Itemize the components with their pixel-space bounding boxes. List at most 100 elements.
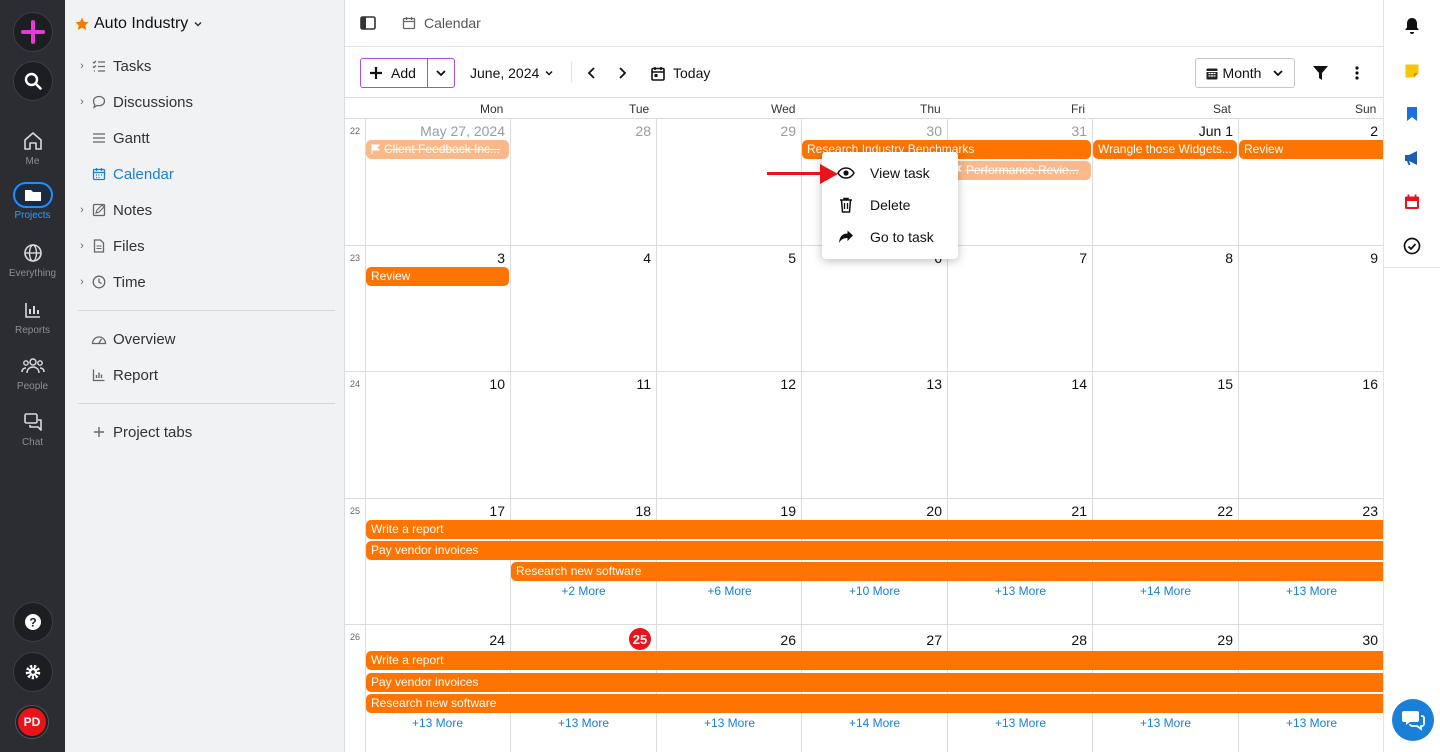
day-number[interactable]: 14: [948, 376, 1087, 392]
event-research-software[interactable]: Research new software: [366, 694, 1383, 713]
create-button[interactable]: [13, 12, 53, 52]
more-link[interactable]: +13 More: [657, 716, 802, 730]
event-performance-review[interactable]: Performance Revie...: [948, 161, 1091, 180]
more-link[interactable]: +13 More: [1239, 716, 1384, 730]
day-number[interactable]: 9: [1239, 250, 1378, 266]
day-number[interactable]: 2: [1239, 123, 1378, 139]
event-pay-invoices[interactable]: Pay vendor invoices: [366, 541, 1383, 560]
day-number[interactable]: 23: [1239, 503, 1378, 519]
day-number[interactable]: 20: [802, 503, 942, 519]
event-wrangle-widgets[interactable]: Wrangle those Widgets...: [1093, 140, 1237, 159]
calendar-panel-button[interactable]: [1402, 192, 1422, 212]
day-number[interactable]: 19: [657, 503, 796, 519]
day-number[interactable]: 12: [657, 376, 796, 392]
event-research-software[interactable]: Research new software: [511, 562, 1383, 581]
more-link[interactable]: +2 More: [511, 584, 656, 598]
sidebar-toggle-icon[interactable]: [360, 15, 376, 31]
day-number[interactable]: 11: [511, 376, 651, 392]
day-number[interactable]: 26: [657, 632, 796, 648]
chevron-right-icon[interactable]: ›: [75, 276, 89, 288]
day-number[interactable]: 30: [1239, 632, 1378, 648]
day-number[interactable]: 31: [948, 123, 1087, 139]
rail-item-people[interactable]: People: [0, 353, 65, 392]
event-client-feedback[interactable]: Client Feedback Inc...: [366, 140, 509, 159]
more-link[interactable]: +13 More: [948, 716, 1093, 730]
rail-item-chat[interactable]: Chat: [0, 409, 65, 448]
menu-item-delete[interactable]: Delete: [822, 191, 958, 219]
day-number[interactable]: 30: [802, 123, 942, 139]
month-year-picker[interactable]: June, 2024: [470, 65, 554, 81]
menu-item-view-task[interactable]: View task: [822, 159, 958, 187]
sidebar-item-report[interactable]: Report: [75, 363, 158, 387]
chevron-left-icon[interactable]: [586, 66, 598, 80]
sidebar-item-discussions[interactable]: › Discussions: [75, 90, 193, 114]
event-review[interactable]: Review: [366, 267, 509, 286]
sidebar-item-gantt[interactable]: Gantt: [75, 126, 150, 150]
rail-item-me[interactable]: Me: [0, 128, 65, 167]
day-number[interactable]: May 27, 2024: [366, 123, 505, 139]
day-number[interactable]: 8: [1093, 250, 1233, 266]
day-number[interactable]: 28: [948, 632, 1087, 648]
more-link[interactable]: +13 More: [365, 716, 510, 730]
add-button[interactable]: Add: [361, 59, 428, 87]
event-pay-invoices[interactable]: Pay vendor invoices: [366, 673, 1383, 692]
more-vertical-icon[interactable]: [1355, 66, 1359, 80]
day-number[interactable]: 28: [511, 123, 651, 139]
day-number[interactable]: 29: [1093, 632, 1233, 648]
search-button[interactable]: [13, 61, 53, 101]
rail-item-projects[interactable]: Projects: [0, 182, 65, 221]
rail-item-reports[interactable]: Reports: [0, 297, 65, 336]
notifications-button[interactable]: [1402, 16, 1422, 36]
project-switcher[interactable]: Auto Industry: [75, 14, 203, 34]
sidebar-item-calendar[interactable]: Calendar: [75, 162, 174, 186]
today-button[interactable]: Today: [651, 65, 710, 81]
day-number[interactable]: 27: [802, 632, 942, 648]
support-chat-button[interactable]: [1392, 699, 1434, 741]
today-day-number[interactable]: 25: [629, 628, 651, 650]
day-number[interactable]: 16: [1239, 376, 1378, 392]
more-link[interactable]: +14 More: [1093, 584, 1238, 598]
settings-button[interactable]: [13, 652, 53, 692]
sidebar-item-time[interactable]: › Time: [75, 270, 146, 294]
day-number[interactable]: 4: [511, 250, 651, 266]
more-link[interactable]: +6 More: [657, 584, 802, 598]
day-number[interactable]: 18: [511, 503, 651, 519]
sidebar-item-notes[interactable]: › Notes: [75, 198, 152, 222]
day-number[interactable]: Jun 1: [1093, 123, 1233, 139]
timer-button[interactable]: [1402, 236, 1422, 256]
add-project-tab-button[interactable]: Project tabs: [75, 420, 192, 444]
sidebar-item-overview[interactable]: Overview: [75, 327, 176, 351]
event-write-report[interactable]: Write a report: [366, 651, 1383, 670]
more-link[interactable]: +14 More: [802, 716, 947, 730]
more-link[interactable]: +13 More: [511, 716, 656, 730]
day-number[interactable]: 22: [1093, 503, 1233, 519]
more-link[interactable]: +10 More: [802, 584, 947, 598]
day-number[interactable]: 5: [657, 250, 796, 266]
day-number[interactable]: 7: [948, 250, 1087, 266]
day-number[interactable]: 13: [802, 376, 942, 392]
add-dropdown-button[interactable]: [428, 59, 454, 87]
view-switcher[interactable]: Month: [1195, 58, 1295, 88]
sticky-notes-button[interactable]: [1402, 61, 1422, 81]
bookmarks-button[interactable]: [1402, 104, 1422, 124]
sidebar-item-tasks[interactable]: › Tasks: [75, 54, 151, 78]
rail-item-everything[interactable]: Everything: [0, 240, 65, 279]
filter-icon[interactable]: [1312, 65, 1329, 81]
day-number[interactable]: 17: [366, 503, 505, 519]
chevron-right-icon[interactable]: ›: [75, 96, 89, 108]
avatar[interactable]: PD: [16, 706, 48, 738]
sidebar-item-files[interactable]: › Files: [75, 234, 145, 258]
chevron-right-icon[interactable]: ›: [75, 240, 89, 252]
chevron-right-icon[interactable]: [616, 66, 628, 80]
help-button[interactable]: ?: [13, 602, 53, 642]
chevron-right-icon[interactable]: ›: [75, 204, 89, 216]
day-number[interactable]: 21: [948, 503, 1087, 519]
event-review[interactable]: Review: [1239, 140, 1383, 159]
event-write-report[interactable]: Write a report: [366, 520, 1383, 539]
day-number[interactable]: 3: [366, 250, 505, 266]
day-number[interactable]: 10: [366, 376, 505, 392]
more-link[interactable]: +13 More: [1093, 716, 1238, 730]
more-link[interactable]: +13 More: [1239, 584, 1384, 598]
day-number[interactable]: 15: [1093, 376, 1233, 392]
chevron-right-icon[interactable]: ›: [75, 60, 89, 72]
